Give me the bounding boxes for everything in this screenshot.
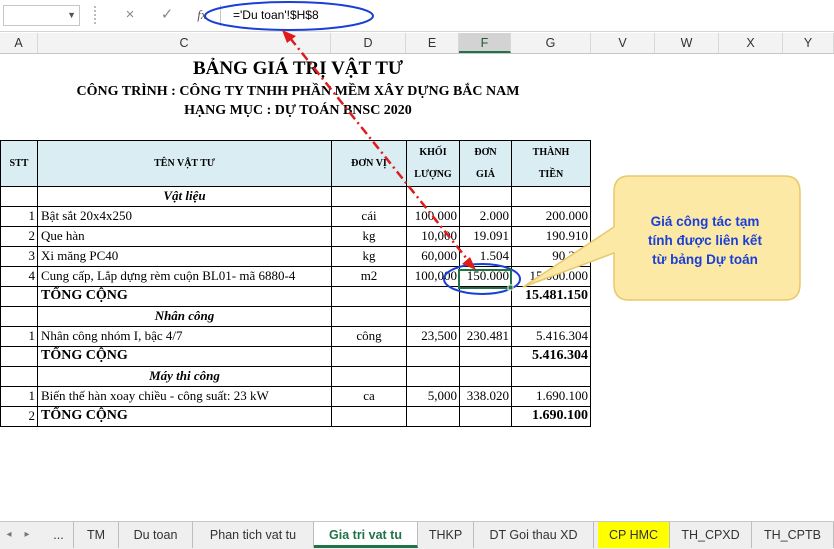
callout-line-3: từ bảng Dự toán [652,252,758,267]
tab-thkp[interactable]: THKP [418,522,474,548]
tab-nav-prev-icon[interactable]: ◂ [0,522,18,548]
tab-th-cptb[interactable]: TH_CPTB [752,522,834,548]
tab-nav-next-icon[interactable]: ▸ [18,522,36,548]
tab-phan-tich-vat-tu[interactable]: Phan tich vat tu [193,522,314,548]
tab-dt-goi-thau-xd[interactable]: DT Goi thau XD [474,522,594,548]
tab-gia-tri-vat-tu[interactable]: Gia tri vat tu [314,522,418,548]
callout-svg [204,1,801,301]
callout-line-2: tính được liên kết [648,233,762,248]
selected-cell [458,269,512,289]
callout-line-1: Giá công tác tạm [650,214,760,229]
formula-highlight-ellipse [204,1,374,31]
fill-handle [507,284,514,291]
tab-th-cpxd[interactable]: TH_CPXD [670,522,752,548]
tab-cp-hmc[interactable]: CP HMC [598,522,670,548]
tab-more[interactable]: ... [44,522,74,548]
sheet-tab-bar: ◂ ▸ ... TM Du toan Phan tich vat tu Gia … [0,521,834,549]
callout-text: Giá công tác tạm tính được liên kết từ b… [625,212,785,269]
tab-tm[interactable]: TM [74,522,119,548]
link-arrow [289,37,472,265]
tab-du-toan[interactable]: Du toan [119,522,193,548]
